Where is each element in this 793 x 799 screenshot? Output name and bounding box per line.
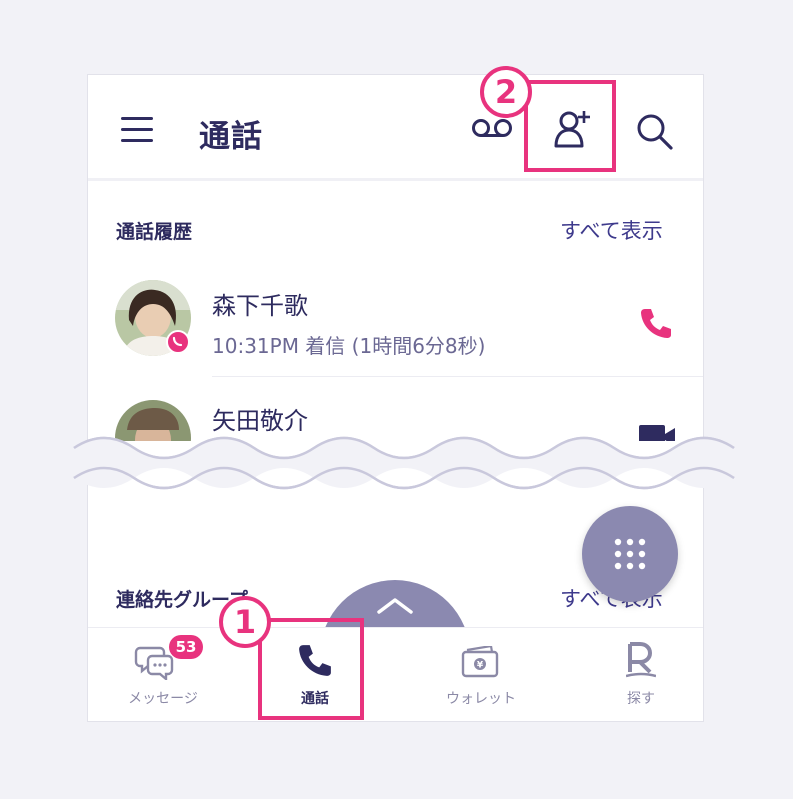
- nav-label: ウォレット: [446, 691, 516, 707]
- bottom-navigation: 53 メッセージ 通話 ¥ ウォレット 探す: [88, 627, 703, 721]
- dialpad-icon: [614, 538, 646, 570]
- step-marker-2: 2: [480, 66, 532, 118]
- unread-badge: 53: [169, 635, 203, 659]
- nav-item-wallet[interactable]: ¥ ウォレット: [406, 628, 556, 721]
- highlight-calls-tab: [258, 618, 364, 720]
- call-badge-icon: [166, 330, 190, 354]
- call-history-see-all-link[interactable]: すべて表示: [560, 215, 663, 245]
- row-divider: [212, 376, 703, 377]
- wallet-icon: ¥: [461, 646, 499, 678]
- nav-item-explore[interactable]: 探す: [566, 628, 703, 721]
- svg-text:¥: ¥: [477, 661, 484, 671]
- contact-name: 森下千歌: [212, 292, 308, 320]
- rakuten-r-icon: [626, 642, 656, 678]
- hamburger-menu-icon[interactable]: [121, 117, 153, 143]
- call-detail: 10:31PM 着信 (1時間6分8秒): [212, 334, 486, 358]
- search-icon[interactable]: [636, 113, 674, 151]
- call-history-heading: 通話履歴: [116, 221, 193, 243]
- phone-icon[interactable]: [639, 306, 673, 340]
- chevron-up-icon: [377, 598, 413, 614]
- nav-label: メッセージ: [128, 691, 198, 707]
- page-title: 通話: [199, 119, 263, 155]
- call-history-item[interactable]: 森下千歌 10:31PM 着信 (1時間6分8秒): [88, 280, 703, 378]
- nav-label: 探す: [627, 691, 655, 707]
- nav-item-messages[interactable]: 53 メッセージ: [88, 628, 238, 721]
- chat-bubbles-icon: [134, 646, 174, 680]
- highlight-add-contact: [524, 80, 616, 172]
- voicemail-icon[interactable]: [472, 117, 512, 139]
- content-break-wave: [73, 436, 735, 490]
- dialpad-button[interactable]: [582, 506, 678, 602]
- step-marker-1: 1: [219, 596, 271, 648]
